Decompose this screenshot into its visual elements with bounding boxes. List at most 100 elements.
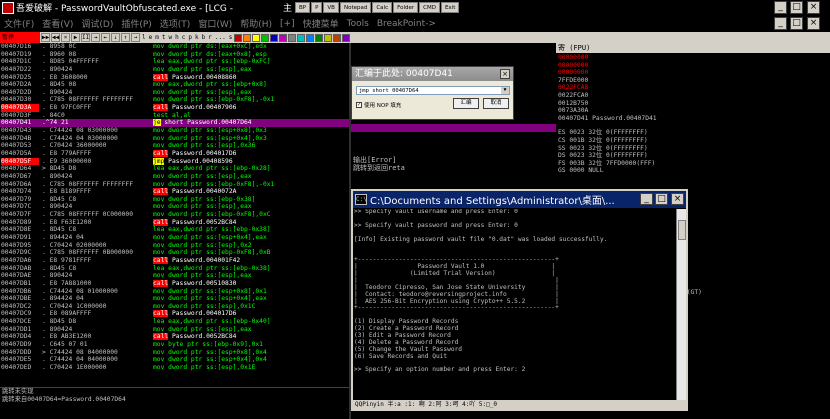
toolbar-plugin-icon[interactable] [288,33,297,42]
assemble-close-button[interactable]: × [500,69,510,79]
disasm-row[interactable]: 00407DAE . 890424 mov dword ptr ss:[esp],e… [0,272,349,280]
plugin-button-cmd[interactable]: CMD [419,2,440,13]
disasm-row[interactable]: 00407DD1 . 890424 mov dword ptr ss:[esp],e… [0,326,349,334]
register-value[interactable]: 00000000 [558,54,588,62]
toolbar-plugin-icon[interactable] [261,33,270,42]
toolbar-plugin-icon[interactable] [234,33,243,42]
plugin-button-notepad[interactable]: Notepad [339,2,372,13]
register-value[interactable]: 0022FCA8 [558,84,588,92]
disasm-row[interactable]: 00407DA6 . E8 9781FFFF call Password.00400… [0,256,349,265]
menu-item[interactable]: 调试(D) [81,17,113,30]
toolbar-plugin-icon[interactable] [270,33,279,42]
disasm-row[interactable]: 00407D79 . 8D45 C8 mov dword ptr ss:[ebp-0… [0,196,349,204]
plugin-button-calc[interactable]: Calc [372,2,393,13]
toolbar-plugin-icon[interactable] [342,33,351,42]
toolbar-window-button[interactable]: ... [214,33,227,42]
menu-item[interactable]: 插件(P) [121,17,151,30]
disasm-row[interactable]: 00407DCE . 8D45 D8 lea eax,dword ptr ss:[e… [0,318,349,326]
disasm-row[interactable]: 00407D3A. E8 97FC0FFF call Password.00407… [0,104,349,112]
toolbar-button[interactable]: ⇥ [91,33,100,42]
cancel-button[interactable]: 取消 [483,98,509,109]
plugin-button-folder[interactable]: Folder [393,2,419,13]
disasm-row[interactable]: 00407D5A . E8 779AFFFF call Password.00401… [0,149,349,158]
toolbar-window-button[interactable]: s [228,33,234,42]
disasm-row[interactable]: 00407D8E . 8D45 C8 lea eax,dword ptr ss:[e… [0,226,349,234]
toolbar-plugin-icon[interactable] [279,33,288,42]
menu-item[interactable]: 文件(F) [4,17,34,30]
disasm-row[interactable]: 00407DB6 . C74424 08 01000000 mov dword pt… [0,288,349,296]
register-value[interactable]: 7FFDE000 [558,77,588,85]
child-close-button[interactable]: × [807,17,820,30]
disasm-row[interactable]: 00407D1C . 8D85 04FFFFFF lea eax,dword ptr… [0,58,349,66]
disasm-row[interactable]: 00407D53 . C70424 36000000 mov dword ptr s… [0,142,349,150]
disasm-row[interactable]: 00407D3F . 84C0 test al,al [0,112,349,120]
disassembly-pane[interactable]: 00407D16 . 8958 0C mov dword ptr ds:[eax+0… [0,43,349,387]
toolbar-button[interactable]: ▶▶ [41,33,50,42]
toolbar-button[interactable]: → [131,33,140,42]
assemble-input[interactable]: jmp short 00407D64 ▼ [356,86,510,95]
disasm-row[interactable]: 00407D91 . 894424 04 mov dword ptr ss:[esp… [0,234,349,242]
toolbar-plugin-icon[interactable] [306,33,315,42]
menu-item[interactable]: [+] [280,19,295,29]
disasm-row[interactable]: 00407DBE . 894424 04 mov dword ptr ss:[esp… [0,295,349,303]
disasm-row[interactable]: 00407D89 . E8 F63E1200 call Password.0052B… [0,218,349,227]
toolbar-window-button[interactable]: b [201,33,207,42]
child-minimize-button[interactable]: _ [774,17,787,30]
plugin-button-bp[interactable]: BP [295,2,311,13]
toolbar-window-button[interactable]: t [161,33,167,42]
disasm-row[interactable]: 00407D4B . C74424 04 03000000 mov dword pt… [0,135,349,143]
toolbar-plugin-icon[interactable] [324,33,333,42]
minimize-button[interactable]: _ [774,1,787,14]
toolbar-window-button[interactable]: c [181,33,187,42]
register-value[interactable]: 00000000 [558,69,588,77]
disasm-row[interactable]: 00407DD4 . E8 AB3E1200 call Password.0052B… [0,333,349,341]
disasm-row[interactable]: 00407D9C . C785 08FFFFFF 0B000000 mov dwor… [0,249,349,257]
toolbar-button[interactable]: ◀◀ [51,33,60,42]
console-maximize-button[interactable]: □ [655,193,668,205]
disasm-row[interactable]: 00407D41 .^74 21 je short Password.00407D6… [0,119,349,128]
console-minimize-button[interactable]: _ [640,193,653,205]
register-value[interactable]: 0012B750 [558,100,588,108]
close-button[interactable]: × [807,1,820,14]
register-value[interactable]: 0073A30A [558,107,588,115]
disasm-row[interactable]: 00407DC9 . E8 089AFFFF call Password.00401… [0,310,349,318]
register-value[interactable]: 00407D41 Password.00407D41 [558,115,657,123]
disasm-row[interactable]: 00407D43 . C74424 08 03000000 mov dword pt… [0,127,349,135]
toolbar-plugin-icon[interactable] [243,33,252,42]
console-output[interactable]: >> Specify vault username and press Ente… [354,209,677,400]
toolbar-plugin-icon[interactable] [252,33,261,42]
disasm-row[interactable]: 00407D2A . 8D45 08 mov eax,dword ptr ss:[e… [0,81,349,89]
toolbar-button[interactable]: × [61,33,70,42]
disasm-row[interactable]: 00407D74 . E8 B189FFFF call Password.00400… [0,188,349,196]
toolbar-button[interactable]: II [81,33,90,42]
maximize-button[interactable]: □ [790,1,803,14]
fill-nop-checkbox[interactable]: ✓ 使用 NOP 填充 [356,101,401,109]
disasm-row[interactable]: 00407D7F . C785 08FFFFFF 0C000000 mov dwor… [0,211,349,219]
child-restore-button[interactable]: □ [790,17,803,30]
menu-item[interactable]: 查看(V) [42,17,73,30]
console-close-button[interactable]: × [671,193,684,205]
toolbar-button[interactable]: ▶ [71,33,80,42]
register-value[interactable]: DS 0023 32位 0(FFFFFFFF) [558,152,648,160]
disasm-row[interactable]: 00407D16 . 8958 0C mov dword ptr ds:[eax+0… [0,43,349,51]
disasm-row[interactable]: 00407D19 . 8960 08 mov dword ptr ds:[eax+0… [0,51,349,59]
scrollbar-thumb[interactable] [678,220,686,240]
toolbar-window-button[interactable]: l [141,33,147,42]
toolbar-window-button[interactable]: p [187,33,193,42]
menu-item[interactable]: 窗口(W) [198,17,232,30]
toolbar-plugin-icon[interactable] [297,33,306,42]
register-value[interactable]: GS 0000 NULL [558,167,604,175]
disasm-row[interactable]: 00407D7C . 890424 mov dword ptr ss:[esp],e… [0,203,349,211]
toolbar-button[interactable]: ↓ [111,33,120,42]
register-value[interactable]: 0022FCA0 [558,92,588,100]
disasm-row[interactable]: 00407DC2 . C70424 1C000000 mov dword ptr s… [0,303,349,311]
plugin-button-p[interactable]: P [311,2,323,13]
plugin-button-vb[interactable]: VB [323,2,339,13]
toolbar-window-button[interactable]: k [194,33,200,42]
disasm-row[interactable]: 00407DAB . 8D45 C8 lea eax,dword ptr ss:[e… [0,265,349,273]
disasm-row[interactable]: 00407DB1 . E8 7A881000 call Password.00510… [0,279,349,288]
toolbar-button[interactable]: ⇤ [101,33,110,42]
assemble-button[interactable]: 汇编 [453,98,479,109]
disasm-row[interactable]: 00407D95 . C70424 02000000 mov dword ptr s… [0,242,349,250]
disasm-row[interactable]: 00407DD9 . C645 07 01 mov byte ptr ss:[ebp… [0,341,349,349]
